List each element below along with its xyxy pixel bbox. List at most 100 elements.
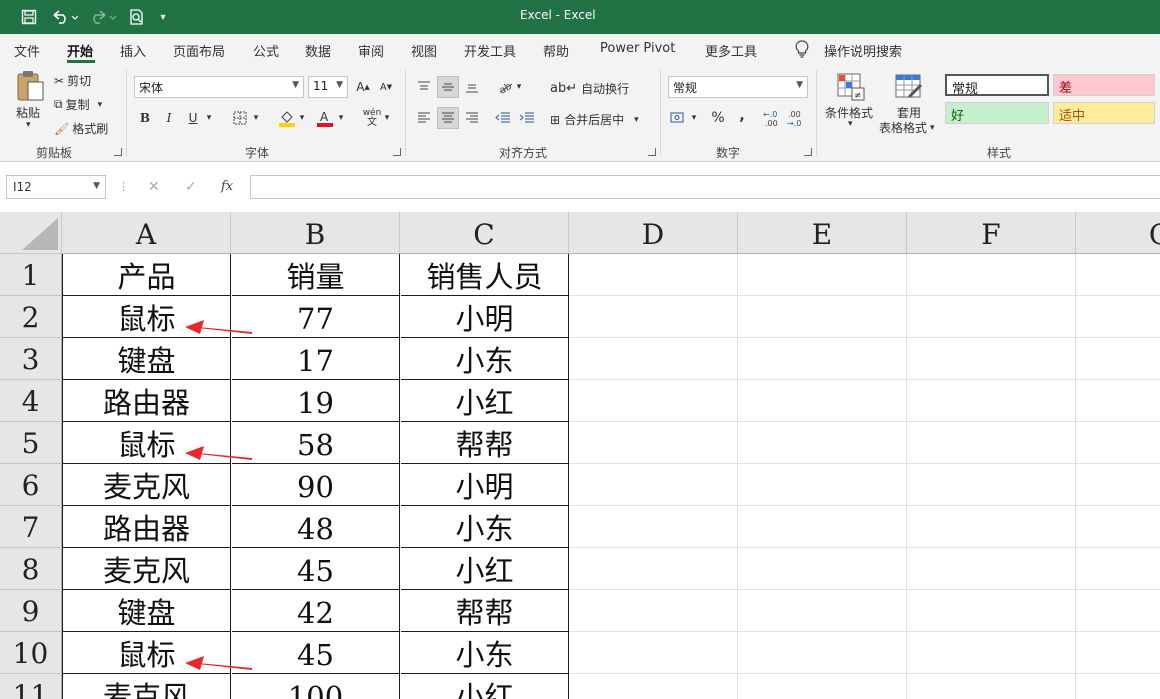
- paste-label[interactable]: 粘贴: [16, 104, 40, 121]
- cell-b10[interactable]: 45: [232, 632, 400, 674]
- number-format-select[interactable]: 常规 ▼: [668, 76, 808, 98]
- merge-center-button[interactable]: ⊞ 合并后居中 ▾: [550, 111, 639, 128]
- comma-style-button[interactable]: ,: [731, 105, 753, 127]
- cell-b1[interactable]: 销量: [232, 254, 400, 296]
- row-header[interactable]: 11: [0, 674, 62, 699]
- row-header[interactable]: 8: [0, 548, 62, 590]
- number-launcher-icon[interactable]: [804, 148, 812, 156]
- cell-c8[interactable]: 小红: [401, 548, 569, 590]
- font-name-select[interactable]: 宋体 ▼: [134, 76, 304, 98]
- cell-c1[interactable]: 销售人员: [401, 254, 569, 296]
- row-header[interactable]: 1: [0, 254, 62, 296]
- row-header[interactable]: 5: [0, 422, 62, 464]
- phonetic-dropdown-icon[interactable]: ▾: [381, 107, 393, 129]
- cell-c6[interactable]: 小明: [401, 464, 569, 506]
- percent-style-button[interactable]: %: [707, 107, 729, 129]
- decrease-decimal-icon[interactable]: .00 →.0: [785, 107, 807, 129]
- style-good[interactable]: 好: [945, 102, 1049, 124]
- align-right-icon[interactable]: [461, 107, 483, 129]
- decrease-indent-icon[interactable]: [492, 107, 514, 129]
- cell-a10[interactable]: 鼠标: [63, 632, 231, 674]
- insert-function-icon[interactable]: fx: [221, 179, 233, 194]
- tab-help[interactable]: 帮助: [543, 41, 569, 60]
- fill-color-icon[interactable]: [276, 107, 298, 129]
- tab-developer[interactable]: 开发工具: [464, 41, 516, 60]
- column-header-c[interactable]: C: [400, 212, 569, 254]
- cell-b5[interactable]: 58: [232, 422, 400, 464]
- tab-page-layout[interactable]: 页面布局: [173, 41, 225, 60]
- cell-a11[interactable]: 麦克风: [63, 674, 231, 699]
- tab-formulas[interactable]: 公式: [253, 41, 279, 60]
- cell-a3[interactable]: 键盘: [63, 338, 231, 380]
- cell-c5[interactable]: 帮帮: [401, 422, 569, 464]
- column-header-e[interactable]: E: [738, 212, 907, 254]
- enter-check-icon[interactable]: ✓: [185, 179, 197, 195]
- cell-c7[interactable]: 小东: [401, 506, 569, 548]
- cut-button[interactable]: ✂ 剪切: [54, 72, 91, 89]
- table-format-button[interactable]: 表格格式 ▾: [879, 119, 935, 136]
- row-header[interactable]: 6: [0, 464, 62, 506]
- row-header[interactable]: 4: [0, 380, 62, 422]
- decrease-font-size-icon[interactable]: A ▼: [375, 76, 397, 98]
- cell-a1[interactable]: 产品: [63, 254, 231, 296]
- align-bottom-icon[interactable]: [461, 76, 483, 98]
- border-dropdown-icon[interactable]: ▾: [250, 107, 262, 129]
- phonetic-guide-icon[interactable]: wén 文: [361, 107, 383, 129]
- copy-button[interactable]: ⧉ 复制 ▾: [54, 96, 102, 113]
- name-box[interactable]: I12 ▼: [6, 175, 106, 199]
- tab-insert[interactable]: 插入: [120, 41, 146, 60]
- cell-b4[interactable]: 19: [232, 380, 400, 422]
- tab-home[interactable]: 开始: [67, 41, 93, 60]
- copy-dropdown-icon[interactable]: ▾: [98, 100, 103, 110]
- align-center-icon[interactable]: [437, 107, 459, 129]
- cell-b6[interactable]: 90: [232, 464, 400, 506]
- cell-c10[interactable]: 小东: [401, 632, 569, 674]
- cell-a2[interactable]: 鼠标: [63, 296, 231, 338]
- cell-b11[interactable]: 100: [232, 674, 400, 699]
- cell-b8[interactable]: 45: [232, 548, 400, 590]
- wrap-text-button[interactable]: ab↵ 自动换行: [550, 80, 629, 97]
- bold-button[interactable]: B: [134, 107, 156, 129]
- tab-power-pivot[interactable]: Power Pivot: [600, 41, 675, 56]
- fill-color-dropdown-icon[interactable]: ▾: [296, 107, 308, 129]
- increase-indent-icon[interactable]: [516, 107, 538, 129]
- lightbulb-icon[interactable]: [795, 40, 809, 62]
- align-left-icon[interactable]: [413, 107, 435, 129]
- style-normal[interactable]: 常规: [945, 74, 1049, 97]
- format-painter-button[interactable]: 🖌 格式刷: [54, 120, 108, 137]
- tab-view[interactable]: 视图: [411, 41, 437, 60]
- tab-file[interactable]: 文件: [14, 41, 40, 60]
- accounting-format-icon[interactable]: [668, 107, 690, 129]
- cell-b3[interactable]: 17: [232, 338, 400, 380]
- accounting-dropdown-icon[interactable]: ▾: [688, 107, 700, 129]
- cell-c2[interactable]: 小明: [401, 296, 569, 338]
- merge-dropdown-icon[interactable]: ▾: [634, 115, 639, 125]
- cell-c4[interactable]: 小红: [401, 380, 569, 422]
- tab-more-tools[interactable]: 更多工具: [705, 41, 757, 60]
- cell-a6[interactable]: 麦克风: [63, 464, 231, 506]
- cell-a8[interactable]: 麦克风: [63, 548, 231, 590]
- row-header[interactable]: 3: [0, 338, 62, 380]
- cell-b2[interactable]: 77: [232, 296, 400, 338]
- cell-a7[interactable]: 路由器: [63, 506, 231, 548]
- increase-font-size-icon[interactable]: A ▲: [352, 76, 374, 98]
- clipboard-launcher-icon[interactable]: [114, 148, 122, 156]
- alignment-launcher-icon[interactable]: [648, 148, 656, 156]
- row-header[interactable]: 9: [0, 590, 62, 632]
- underline-dropdown-icon[interactable]: ▾: [203, 107, 215, 129]
- column-header-b[interactable]: B: [231, 212, 400, 254]
- cell-b9[interactable]: 42: [232, 590, 400, 632]
- cell-c11[interactable]: 小红: [401, 674, 569, 699]
- font-color-dropdown-icon[interactable]: ▾: [335, 107, 347, 129]
- align-top-icon[interactable]: [413, 76, 435, 98]
- font-size-select[interactable]: 11 ▼: [308, 76, 348, 98]
- column-header-f[interactable]: F: [907, 212, 1076, 254]
- formula-input[interactable]: [250, 175, 1160, 199]
- paste-dropdown-icon[interactable]: ▾: [26, 120, 31, 130]
- column-header-d[interactable]: D: [569, 212, 738, 254]
- style-bad[interactable]: 差: [1053, 74, 1155, 96]
- column-header-g[interactable]: G: [1076, 212, 1160, 254]
- font-launcher-icon[interactable]: [393, 148, 401, 156]
- row-header[interactable]: 2: [0, 296, 62, 338]
- italic-button[interactable]: I: [158, 107, 180, 129]
